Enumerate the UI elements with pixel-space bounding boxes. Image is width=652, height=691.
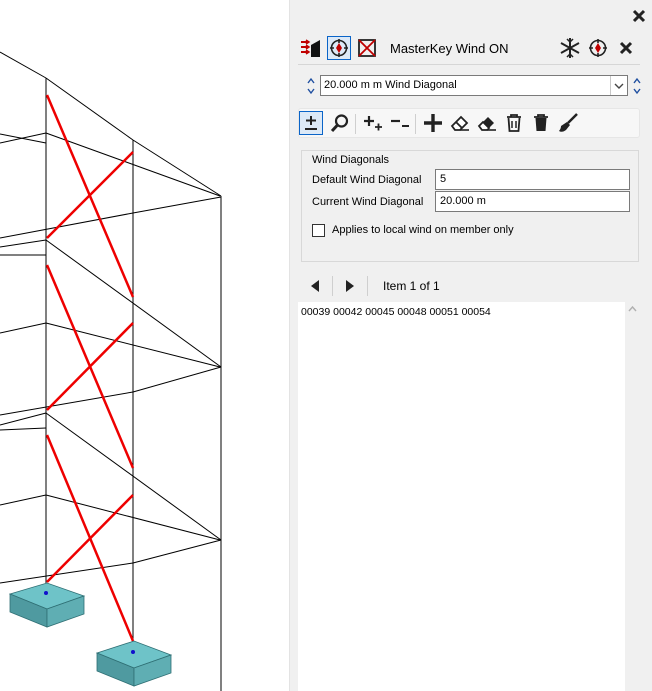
- combo-spin-left[interactable]: [306, 75, 316, 97]
- model-viewport[interactable]: [0, 0, 289, 691]
- footing-left: [8, 582, 86, 628]
- current-wind-diagonal-label: Current Wind Diagonal: [312, 196, 424, 208]
- local-wind-checkbox-label: Applies to local wind on member only: [332, 224, 514, 236]
- separator: [298, 64, 640, 65]
- list-scrollbar[interactable]: [625, 302, 640, 691]
- brush-icon[interactable]: [556, 111, 580, 135]
- trash-icon[interactable]: [529, 111, 553, 135]
- trash-outline-icon[interactable]: [502, 111, 526, 135]
- next-icon[interactable]: [338, 274, 362, 298]
- group-title: Wind Diagonals: [312, 154, 390, 166]
- snowflake-icon[interactable]: [558, 36, 582, 60]
- combo-spin-right[interactable]: [632, 75, 642, 97]
- footing-right: [95, 640, 173, 687]
- remove-member-icon[interactable]: [388, 111, 412, 135]
- item-counter: Item 1 of 1: [383, 279, 440, 293]
- edit-toolbar: [298, 108, 640, 138]
- target-icon[interactable]: [327, 36, 351, 60]
- default-wind-diagonal-label: Default Wind Diagonal: [312, 174, 422, 186]
- add-icon[interactable]: [421, 111, 445, 135]
- item-navigator: Item 1 of 1: [298, 272, 640, 300]
- current-wind-diagonal-field[interactable]: 20.000 m: [435, 191, 630, 212]
- separator: [355, 114, 356, 134]
- local-wind-checkbox[interactable]: [312, 224, 325, 237]
- search-icon[interactable]: [328, 111, 352, 135]
- wind-diagonals-group: Wind Diagonals Default Wind Diagonal 5 C…: [301, 150, 639, 262]
- panel-close-icon[interactable]: [627, 4, 651, 28]
- separator: [367, 276, 368, 296]
- masterkey-wind-panel: MasterKey Wind ON 20.000 m m Wind Diagon…: [289, 0, 652, 691]
- separator: [415, 114, 416, 134]
- panel-title: MasterKey Wind ON: [390, 41, 509, 56]
- separator: [332, 276, 333, 296]
- default-wind-diagonal-field[interactable]: 5: [435, 169, 630, 190]
- close-icon[interactable]: [614, 36, 638, 60]
- wind-diagonal-select-value: 20.000 m m Wind Diagonal: [324, 79, 457, 91]
- plus-minus-icon[interactable]: [299, 111, 323, 135]
- member-ids: 00039 00042 00045 00048 00051 00054: [301, 306, 491, 318]
- add-member-icon[interactable]: [361, 111, 385, 135]
- wind-diagonal-assign-icon[interactable]: [299, 36, 323, 60]
- scroll-up-icon: [628, 305, 637, 312]
- frame-cross-icon[interactable]: [355, 36, 379, 60]
- previous-icon[interactable]: [303, 274, 327, 298]
- chevron-down-icon[interactable]: [610, 76, 627, 95]
- eraser-outline-icon[interactable]: [448, 111, 472, 135]
- eraser-icon[interactable]: [475, 111, 499, 135]
- wind-diagonal-select[interactable]: 20.000 m m Wind Diagonal: [320, 75, 628, 96]
- target-right-icon[interactable]: [586, 36, 610, 60]
- member-list[interactable]: 00039 00042 00045 00048 00051 00054: [298, 302, 625, 691]
- structure-drawing: [0, 51, 222, 691]
